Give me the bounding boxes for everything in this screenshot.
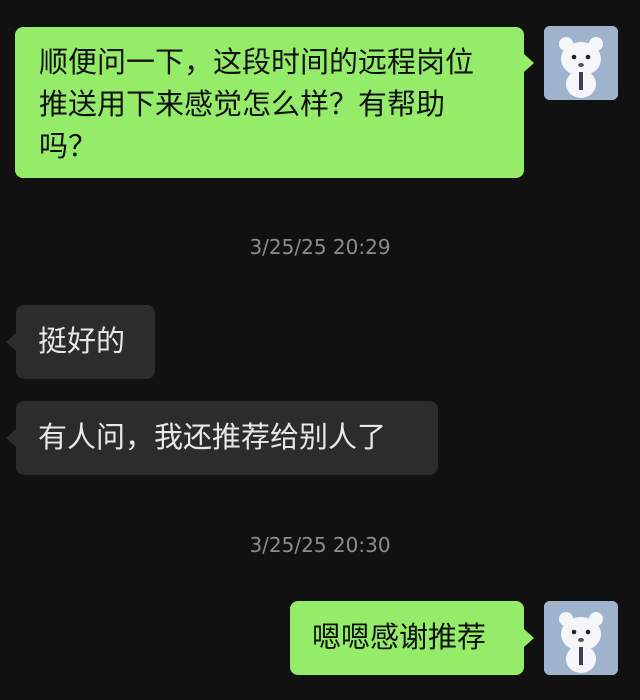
message-bubble-outgoing[interactable]: 顺便问一下，这段时间的远程岗位推送用下来感觉怎么样？有帮助吗？ [15,27,524,178]
timestamp: 3/25/25 20:30 [249,533,391,557]
message-text: 挺好的 [38,324,126,358]
message-text: 嗯嗯感谢推荐 [312,620,487,654]
message-text: 顺便问一下，这段时间的远程岗位推送用下来感觉怎么样？有帮助吗？ [39,45,475,163]
white-bear-avatar-icon [544,26,618,100]
bubble-tail [6,333,16,351]
message-bubble-outgoing[interactable]: 嗯嗯感谢推荐 [290,601,524,675]
user-avatar[interactable] [544,601,618,675]
bubble-tail [524,629,534,647]
message-text: 有人问，我还推荐给别人了 [38,420,387,454]
message-bubble-incoming[interactable]: 有人问，我还推荐给别人了 [16,401,438,475]
bubble-tail [6,429,16,447]
timestamp: 3/25/25 20:29 [249,235,391,259]
message-bubble-incoming[interactable]: 挺好的 [16,305,155,379]
bubble-tail [524,54,534,72]
white-bear-avatar-icon [544,601,618,675]
user-avatar[interactable] [544,26,618,100]
